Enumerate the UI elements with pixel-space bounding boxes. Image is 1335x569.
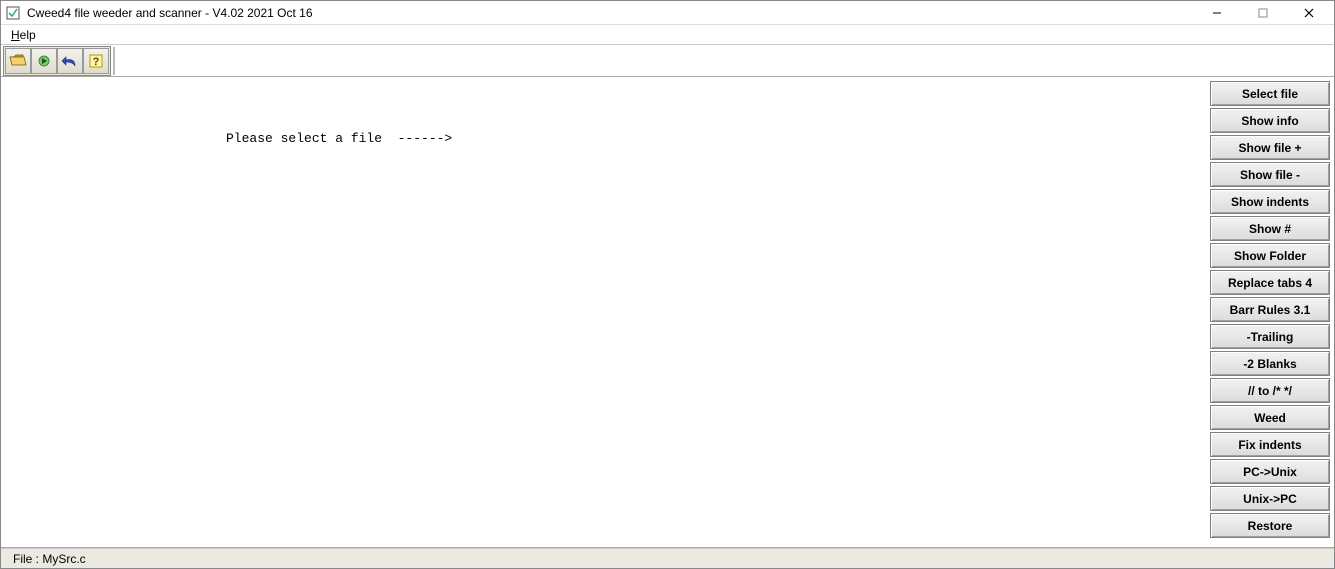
show-file-minus-button[interactable]: Show file -: [1210, 162, 1330, 187]
svg-text:?: ?: [93, 56, 100, 68]
barr-rules-button[interactable]: Barr Rules 3.1: [1210, 297, 1330, 322]
window-title: Cweed4 file weeder and scanner - V4.02 2…: [27, 6, 1194, 20]
replace-tabs-button[interactable]: Replace tabs 4: [1210, 270, 1330, 295]
prompt-text: Please select a file ------>: [1, 131, 1210, 146]
weed-button[interactable]: Weed: [1210, 405, 1330, 430]
titlebar: Cweed4 file weeder and scanner - V4.02 2…: [1, 1, 1334, 25]
pc-unix-button[interactable]: PC->Unix: [1210, 459, 1330, 484]
open-file-button[interactable]: [5, 48, 31, 74]
show-file-plus-button[interactable]: Show file +: [1210, 135, 1330, 160]
main-pane: Please select a file ------>: [1, 77, 1210, 547]
toolbar-separator: [113, 47, 115, 75]
undo-button[interactable]: [57, 48, 83, 74]
help-button[interactable]: ?: [83, 48, 109, 74]
trailing-button[interactable]: -Trailing: [1210, 324, 1330, 349]
client-area: Please select a file ------> Select file…: [1, 77, 1334, 548]
menubar: Help: [1, 25, 1334, 45]
show-info-button[interactable]: Show info: [1210, 108, 1330, 133]
two-blanks-button[interactable]: -2 Blanks: [1210, 351, 1330, 376]
menu-help[interactable]: Help: [5, 26, 42, 44]
statusbar: File : MySrc.c: [1, 548, 1334, 568]
unix-pc-button[interactable]: Unix->PC: [1210, 486, 1330, 511]
show-hash-button[interactable]: Show #: [1210, 216, 1330, 241]
window-controls: [1194, 1, 1332, 24]
close-button[interactable]: [1286, 1, 1332, 24]
fix-indents-button[interactable]: Fix indents: [1210, 432, 1330, 457]
run-button[interactable]: [31, 48, 57, 74]
minimize-button[interactable]: [1194, 1, 1240, 24]
toolbar: ?: [1, 45, 1334, 77]
select-file-button[interactable]: Select file: [1210, 81, 1330, 106]
show-folder-button[interactable]: Show Folder: [1210, 243, 1330, 268]
to-comment-button[interactable]: // to /* */: [1210, 378, 1330, 403]
app-icon: [5, 5, 21, 21]
maximize-button[interactable]: [1240, 1, 1286, 24]
toolbar-group: ?: [3, 46, 111, 76]
restore-button[interactable]: Restore: [1210, 513, 1330, 538]
status-file: File : MySrc.c: [13, 552, 86, 566]
show-indents-button[interactable]: Show indents: [1210, 189, 1330, 214]
side-button-panel: Select file Show info Show file + Show f…: [1210, 77, 1334, 547]
